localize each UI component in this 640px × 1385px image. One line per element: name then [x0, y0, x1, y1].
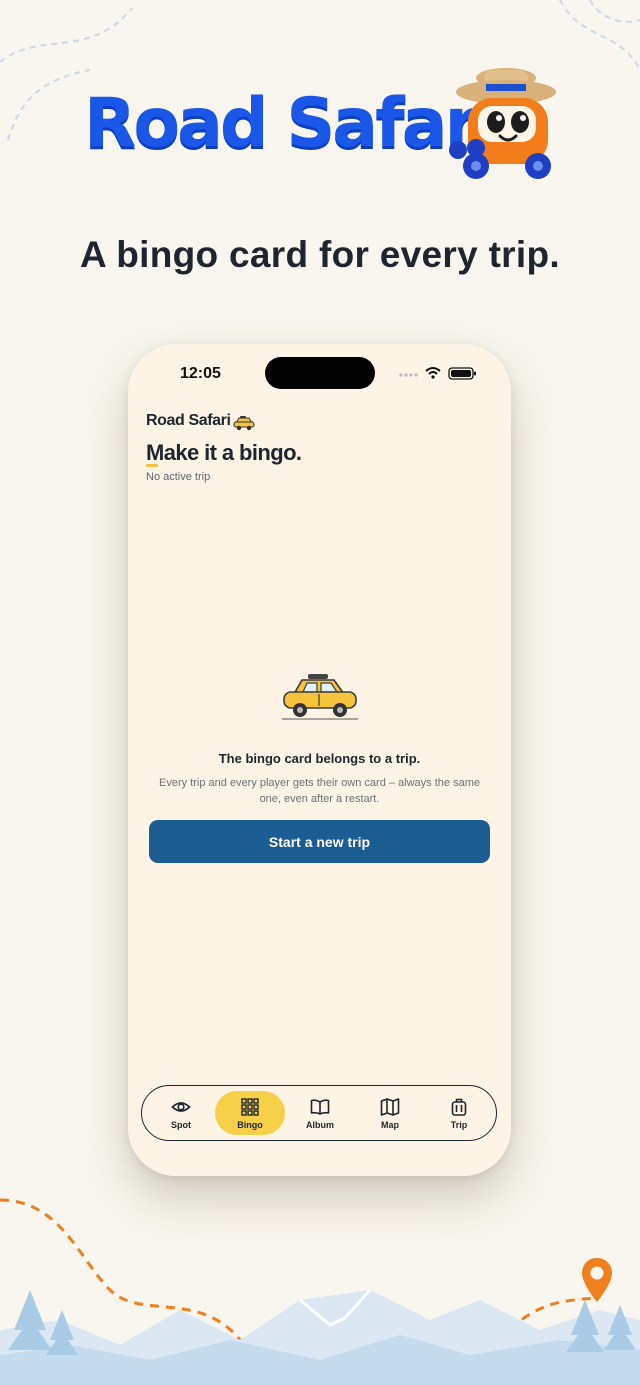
start-trip-button[interactable]: Start a new trip: [149, 820, 490, 863]
tab-album[interactable]: Album: [285, 1091, 355, 1135]
tab-label: Album: [306, 1120, 334, 1130]
status-icons: [399, 367, 476, 380]
marketing-headline: A bingo card for every trip.: [80, 234, 560, 275]
map-icon: [380, 1098, 400, 1116]
taxi-illustration-icon: [282, 674, 358, 720]
status-time: 12:05: [180, 365, 221, 382]
tab-label: Spot: [171, 1120, 191, 1130]
dynamic-island: [265, 357, 375, 389]
tab-bingo[interactable]: Bingo: [215, 1091, 285, 1135]
tab-label: Trip: [450, 1120, 468, 1130]
tab-trip[interactable]: Trip: [424, 1091, 494, 1135]
eye-icon: [171, 1102, 191, 1112]
tab-label: Bingo: [237, 1120, 263, 1130]
tab-map[interactable]: Map: [355, 1091, 425, 1135]
suitcase-icon: [451, 1098, 467, 1116]
brand-logo-text: Road Safari: [84, 84, 498, 163]
grid-icon: [241, 1098, 259, 1116]
tab-spot[interactable]: Spot: [146, 1091, 216, 1135]
taxi-icon: [233, 416, 255, 431]
empty-state-title: The bingo card belongs to a trip.: [218, 751, 421, 766]
car-mascot-icon: [449, 68, 556, 179]
trip-status: No active trip: [146, 471, 211, 483]
book-icon: [310, 1099, 330, 1115]
app-name: Road Safari: [146, 412, 231, 429]
tab-label: Map: [381, 1120, 399, 1130]
phone-mockup: 12:05 Road Safari Make it a bingo. No ac…: [128, 344, 511, 1176]
tab-bar: Spot Bingo Album Map Trip: [141, 1085, 497, 1141]
empty-state-description: Every trip and every player gets their o…: [159, 777, 480, 805]
screen-title: Make it a bingo.: [146, 440, 302, 465]
map-pin-icon: [582, 1258, 612, 1302]
title-accent: [146, 464, 158, 467]
